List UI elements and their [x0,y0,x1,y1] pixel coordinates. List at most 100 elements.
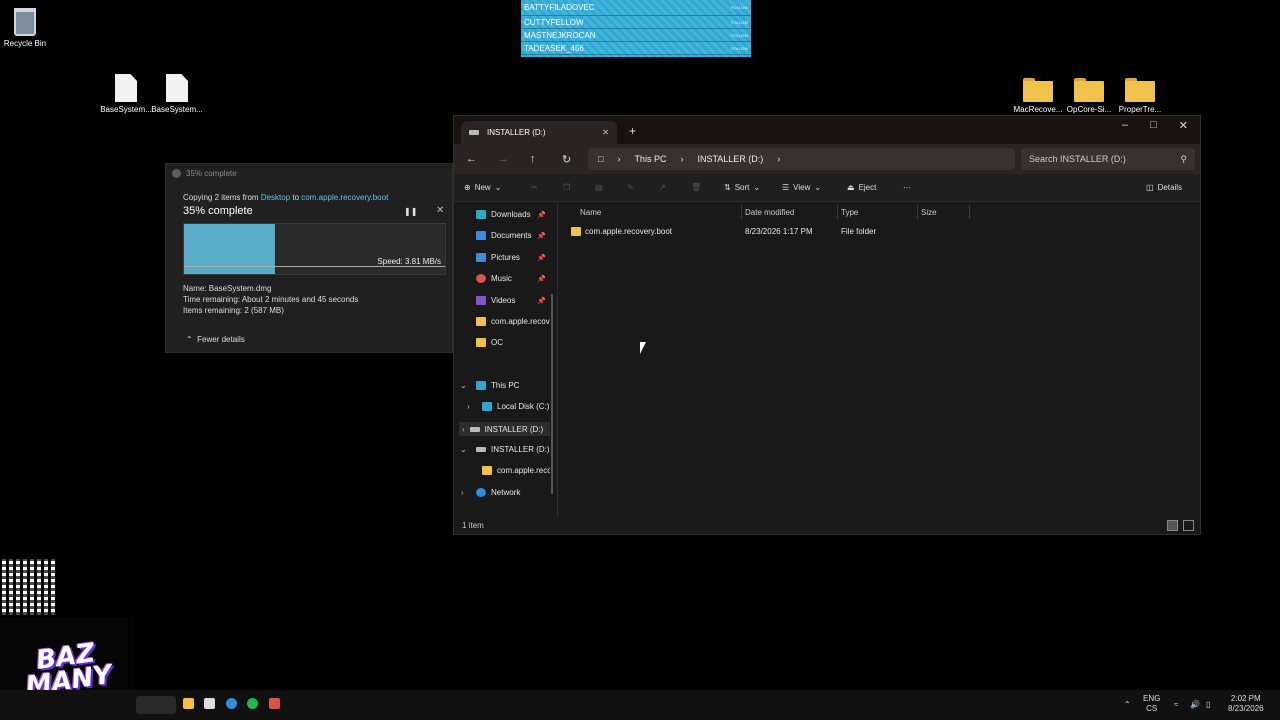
language-indicator[interactable]: ENG CS [1143,694,1160,714]
mouse-cursor-icon [640,342,646,354]
search-placeholder: Search INSTALLER (D:) [1029,154,1126,164]
refresh-icon[interactable]: ↻ [562,153,571,166]
spotify-taskbar-icon[interactable] [247,698,258,709]
share-icon[interactable]: ↗ [659,183,666,192]
nav-item-recovery-folder[interactable]: com.apple.recovery.boot [476,317,550,326]
copy-to: to [290,193,302,202]
close-tab-icon[interactable]: ✕ [602,128,609,137]
breadcrumb-this-pc[interactable]: This PC [634,154,666,164]
column-divider[interactable] [837,205,838,219]
column-divider[interactable] [917,205,918,219]
view-label: View [793,183,811,192]
follower-name: BATTYFILADOVEC [524,3,595,12]
copy-dialog-titlebar[interactable]: 35% complete [166,164,452,182]
follow-row: CUTTYFELLOW FOLLOW [521,16,751,29]
eject-button[interactable]: ⏏ Eject [847,183,876,192]
chevron-right-icon[interactable]: › [461,488,464,497]
desktop-file-basesystem-1[interactable]: BaseSystem... [99,74,153,114]
file-explorer-taskbar-icon[interactable] [183,698,194,709]
details-view-icon[interactable] [1167,520,1178,531]
disk-icon [482,402,492,411]
nav-item-oc[interactable]: OC [476,338,550,347]
nav-item-local-disk[interactable]: Local Disk (C:) [482,402,550,411]
nav-item-network[interactable]: Network [476,488,550,497]
search-input[interactable]: Search INSTALLER (D:) ⚲ [1021,148,1195,170]
taskbar: ⌃ ENG CS ≈ 🔊 ▯ 2:02 PM 8/23/2026 [0,690,1280,720]
desktop-file-basesystem-2[interactable]: BaseSystem... [150,74,204,114]
tiles-view-icon[interactable] [1183,520,1194,531]
recorder-taskbar-icon[interactable] [269,698,280,709]
file-list: Name Date modified Type Size com.apple.r… [559,202,1200,516]
new-tab-button[interactable]: + [629,124,636,138]
copy-prefix: Copying 2 items from [183,193,261,202]
delete-icon[interactable]: 🗑 [691,183,701,192]
column-header-type[interactable]: Type [841,208,858,217]
volume-icon[interactable]: 🔊 [1190,700,1200,710]
pictures-icon [476,253,486,262]
follow-row: MASTNEJKROCAN FOLLOW [521,29,751,42]
back-arrow-icon[interactable]: ← [466,153,477,165]
drive-icon [476,447,486,452]
fewer-details-button[interactable]: ⌃ Fewer details [186,335,245,344]
column-divider[interactable] [741,205,742,219]
chevron-right-icon[interactable]: › [467,402,470,411]
items-remaining: Items remaining: 2 (587 MB) [183,306,284,315]
nav-item-installer-child[interactable]: › INSTALLER (D:) [459,422,550,436]
store-taskbar-icon[interactable] [204,698,215,709]
view-icon: ☰ [782,183,790,192]
breadcrumb-installer[interactable]: INSTALLER (D:) [697,154,763,164]
pause-button[interactable]: ❚❚ [404,207,417,216]
nav-scrollbar[interactable] [551,294,553,494]
source-link[interactable]: Desktop [261,193,290,202]
nav-label: Local Disk (C:) [497,402,550,411]
chevron-down-icon[interactable]: ⌄ [460,381,467,390]
desktop-folder-propertree[interactable]: ProperTre... [1113,78,1167,114]
command-bar: ⊕ New ⌄ ✂ ❐ ▤ ✎ ↗ 🗑 ⇅ Sort ⌄ ☰ View ⌄ ⏏ Eject ·… [454,174,1200,202]
more-options-button[interactable]: ··· [903,183,911,192]
cut-icon[interactable]: ✂ [531,183,538,192]
taskbar-search[interactable] [136,696,176,714]
column-divider[interactable] [969,205,970,219]
recycle-bin-label: Recycle Bin [3,39,47,48]
nav-item-installer-folder[interactable]: com.apple.recovery.boot [482,466,550,475]
row-date: 8/23/2026 1:17 PM [745,227,813,236]
battery-icon[interactable]: ▯ [1206,700,1210,710]
follow-badge: FOLLOW [731,5,748,10]
minimize-button[interactable]: – [1122,119,1128,132]
column-header-size[interactable]: Size [921,208,937,217]
download-icon [476,210,486,219]
keyboard-layout-label: CS [1146,704,1158,713]
copy-icon[interactable]: ❐ [563,183,570,192]
chevron-up-icon[interactable]: ⌃ [1124,700,1131,710]
tab-label: INSTALLER (D:) [487,128,546,137]
nav-item-installer[interactable]: INSTALLER (D:) [476,445,550,454]
tab-installer[interactable]: INSTALLER (D:) ✕ [461,121,617,144]
column-header-name[interactable]: Name [580,208,601,217]
wifi-icon[interactable]: ≈ [1174,700,1178,710]
desktop-folder-macrecovery[interactable]: MacRecove... [1011,78,1065,114]
new-button[interactable]: ⊕ New ⌄ [464,183,501,192]
forward-arrow-icon[interactable]: → [498,153,509,165]
column-header-date[interactable]: Date modified [745,208,794,217]
up-arrow-icon[interactable]: ↑ [530,153,536,165]
recycle-bin-icon[interactable]: Recycle Bin [0,8,50,48]
sort-button[interactable]: ⇅ Sort ⌄ [724,183,760,192]
desktop-folder-opcore[interactable]: OpCore-Si... [1062,78,1116,114]
view-button[interactable]: ☰ View ⌄ [782,183,821,192]
chevron-down-icon[interactable]: ⌄ [460,445,467,454]
cancel-copy-button[interactable]: ✕ [436,205,444,216]
address-bar[interactable]: □ › This PC › INSTALLER (D:) › [588,148,1015,170]
destination-link[interactable]: com.apple.recovery.boot [301,193,388,202]
follower-name: TADEASEK_456 [524,43,584,53]
edge-taskbar-icon[interactable] [226,698,237,709]
nav-item-this-pc[interactable]: This PC [476,381,550,390]
pin-icon: 📌 [537,298,546,305]
maximize-button[interactable]: □ [1150,119,1157,132]
close-window-button[interactable]: ✕ [1179,119,1188,132]
drive-icon [469,130,479,135]
nav-label: com.apple.recovery.boot [491,317,550,326]
paste-icon[interactable]: ▤ [595,183,603,192]
rename-icon[interactable]: ✎ [627,183,634,192]
details-button[interactable]: ◫ Details [1146,183,1182,192]
clock[interactable]: 2:02 PM 8/23/2026 [1228,694,1264,714]
